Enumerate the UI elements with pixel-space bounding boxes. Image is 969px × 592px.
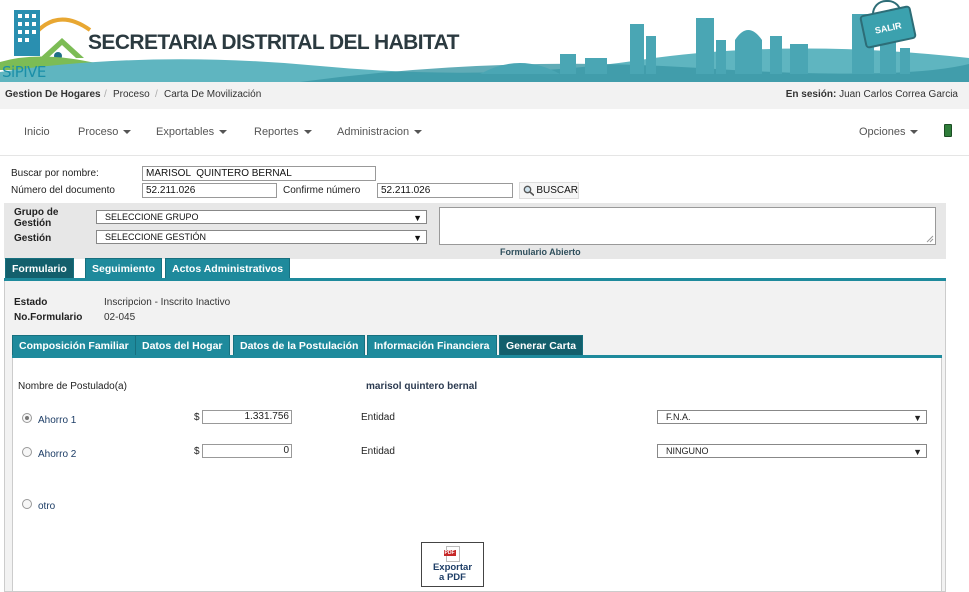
nav-administracion[interactable]: Administracion — [337, 126, 423, 138]
postulado-value: marisol quintero bernal — [366, 381, 478, 392]
nav-opciones[interactable]: Opciones — [859, 126, 919, 138]
entity-label: Entidad — [361, 446, 395, 457]
session-info: En sesión: Juan Carlos Correa Garcia — [786, 89, 958, 100]
breadcrumb-separator: / — [104, 89, 107, 100]
nav-inicio[interactable]: Inicio — [24, 126, 50, 138]
session-label: En sesión: — [785, 89, 837, 100]
dropdown-arrow-icon: ▼ — [913, 447, 922, 457]
tab-actos-administrativos[interactable]: Actos Administrativos — [165, 258, 291, 279]
currency-symbol: $ — [194, 446, 200, 457]
nav-opciones-label: Opciones — [859, 126, 906, 138]
breadcrumb-separator: / — [155, 89, 158, 100]
grupo-select[interactable]: SELECCIONE GRUPO ▼ — [96, 210, 427, 224]
manual-book-icon[interactable] — [944, 124, 952, 137]
notes-textarea[interactable] — [439, 207, 936, 245]
nav-proceso[interactable]: Proceso — [78, 126, 132, 138]
ahorro-1-radio[interactable] — [22, 413, 32, 423]
breadcrumb-carta-movilizacion: Carta De Movilización — [164, 89, 262, 100]
form-status-label: Formulario Abierto — [500, 247, 581, 257]
nav-exportables[interactable]: Exportables — [156, 126, 228, 138]
estado-label: Estado — [14, 297, 48, 308]
pdf-icon — [443, 546, 460, 562]
name-search-input[interactable] — [142, 166, 376, 181]
caret-down-icon — [910, 130, 919, 135]
ahorro-1-label: Ahorro 1 — [38, 415, 77, 426]
nav-reportes-label: Reportes — [254, 126, 299, 138]
grupo-label-line-1: Grupo de — [14, 207, 59, 218]
tab-formulario[interactable]: Formulario — [5, 258, 74, 279]
dropdown-arrow-icon: ▼ — [413, 233, 422, 243]
session-user: Juan Carlos Correa Garcia — [839, 89, 958, 100]
otro-label: otro — [38, 501, 56, 512]
nav-reportes[interactable]: Reportes — [254, 126, 312, 138]
caret-down-icon — [123, 130, 132, 135]
ahorro-2-entity-value: NINGUNO — [666, 446, 709, 456]
name-search-label: Buscar por nombre: — [11, 168, 99, 179]
tab-datos-postulacion[interactable]: Datos de la Postulación — [233, 335, 366, 356]
resize-handle-icon — [926, 235, 934, 243]
export-pdf-button[interactable]: Exportar a PDF — [421, 542, 484, 587]
ahorro-1-entity-select[interactable]: F.N.A. ▼ — [657, 410, 927, 424]
ahorro-1-amount-input[interactable]: 1.331.756 — [202, 410, 292, 424]
tab-seguimiento[interactable]: Seguimiento — [85, 258, 163, 279]
search-button[interactable]: BUSCAR — [519, 182, 579, 199]
breadcrumb-gestion-hogares[interactable]: Gestion De Hogares — [5, 89, 101, 100]
gestion-label: Gestión — [14, 233, 52, 244]
ahorro-1-entity-value: F.N.A. — [666, 412, 691, 422]
ahorro-2-radio[interactable] — [22, 447, 32, 457]
grupo-gestion-label: Grupo de Gestión — [14, 207, 58, 229]
ahorro-2-entity-select[interactable]: NINGUNO ▼ — [657, 444, 927, 458]
confirm-number-label: Confirme número — [283, 185, 361, 196]
entity-label: Entidad — [361, 412, 395, 423]
postulado-label: Nombre de Postulado(a) — [18, 381, 127, 392]
breadcrumb-bar: Gestion De Hogares / Proceso / Carta De … — [0, 82, 969, 109]
tab-datos-hogar[interactable]: Datos del Hogar — [135, 335, 230, 356]
nav-proceso-label: Proceso — [78, 126, 119, 138]
caret-down-icon — [414, 130, 423, 135]
tab-generar-carta[interactable]: Generar Carta — [499, 335, 584, 356]
nav-exportables-label: Exportables — [156, 126, 215, 138]
tab-informacion-financiera[interactable]: Información Financiera — [367, 335, 497, 356]
caret-down-icon — [219, 130, 228, 135]
main-navbar: Inicio Proceso Exportables Reportes Admi… — [0, 110, 969, 156]
estado-value: Inscripcion - Inscrito Inactivo — [104, 297, 231, 308]
grupo-select-value: SELECCIONE GRUPO — [105, 212, 199, 222]
app-title: SECRETARIA DISTRITAL DEL HABITAT — [88, 31, 459, 54]
gestion-select[interactable]: SELECCIONE GESTIÓN ▼ — [96, 230, 427, 244]
otro-radio[interactable] — [22, 499, 32, 509]
grupo-label-line-2: Gestión — [14, 218, 52, 229]
sipive-logo: SiPIVE — [2, 63, 46, 81]
numero-formulario-label: No.Formulario — [14, 312, 83, 323]
search-button-label: BUSCAR — [536, 185, 578, 196]
nav-administracion-label: Administracion — [337, 126, 410, 138]
confirm-number-input[interactable] — [377, 183, 513, 198]
gestion-select-value: SELECCIONE GESTIÓN — [105, 232, 207, 242]
ahorro-2-amount-input[interactable]: 0 — [202, 444, 292, 458]
header-banner: SECRETARIA DISTRITAL DEL HABITAT SiPIVE … — [0, 0, 969, 82]
tab-composicion-familiar[interactable]: Composición Familiar — [12, 335, 136, 356]
dropdown-arrow-icon: ▼ — [913, 413, 922, 423]
caret-down-icon — [303, 130, 312, 135]
document-number-label: Número del documento — [11, 185, 115, 196]
dropdown-arrow-icon: ▼ — [413, 213, 422, 223]
magnifier-icon — [523, 185, 535, 196]
breadcrumb-proceso[interactable]: Proceso — [113, 89, 150, 100]
export-label-line-2: a PDF — [439, 572, 466, 583]
ahorro-2-label: Ahorro 2 — [38, 449, 77, 460]
currency-symbol: $ — [194, 412, 200, 423]
numero-formulario-value: 02-045 — [104, 312, 136, 323]
document-number-input[interactable] — [142, 183, 277, 198]
